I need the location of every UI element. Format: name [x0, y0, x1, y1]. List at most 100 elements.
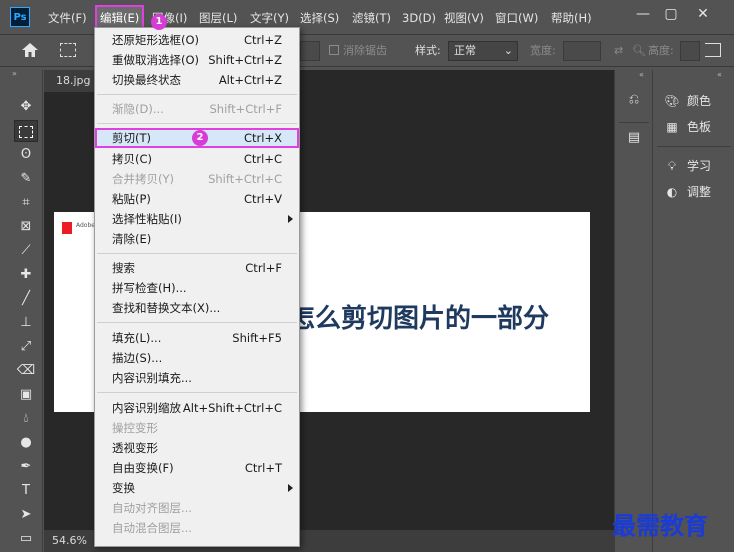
- eyedropper-tool-icon[interactable]: ⟋: [14, 240, 38, 262]
- menu-item-copy[interactable]: 拷贝(C) Ctrl+C: [95, 149, 299, 169]
- brush-tool-icon[interactable]: ╱: [14, 288, 38, 310]
- menu-item-label: 渐隐(D)...: [112, 102, 164, 116]
- menu-item-shortcut: Ctrl+Z: [244, 33, 282, 47]
- menu-edit[interactable]: 编辑(E): [95, 5, 145, 29]
- blur-tool-icon[interactable]: 💧︎: [14, 408, 38, 430]
- menu-item-puppet-warp: 操控变形: [95, 418, 299, 438]
- lasso-tool-icon[interactable]: ʘ: [14, 144, 38, 166]
- menu-separator: [97, 94, 297, 95]
- canvas-title-text: 怎么剪切图片的一部分: [289, 304, 550, 334]
- tools-panel: » ✥ ʘ ✎ ⌗ ⊠ ⟋ ✚ ╱ ⊥ ⤢ ⌫ ▣ 💧︎ ● ✒ T ➤ ▭: [10, 70, 43, 552]
- menu-item-label: 自由变换(F): [112, 461, 174, 475]
- menu-separator: [97, 392, 297, 393]
- swap-icon[interactable]: ⇄: [614, 43, 623, 59]
- edit-menu-dropdown: 还原矩形选框(O) Ctrl+Z 重做取消选择(O) Shift+Ctrl+Z 切换…: [94, 27, 300, 547]
- step-badge-2: 2: [192, 130, 208, 146]
- collapse-panel-icon[interactable]: «: [717, 70, 722, 79]
- menu-item-perspective-warp[interactable]: 透视变形: [95, 438, 299, 458]
- menu-item-label: 填充(L)...: [112, 331, 162, 345]
- panel-learn[interactable]: 💡︎ 学习: [663, 154, 711, 178]
- menu-item-content-aware-scale[interactable]: 内容识别缩放 Alt+Shift+Ctrl+C: [95, 398, 299, 418]
- rectangle-tool-icon[interactable]: ▭: [14, 528, 38, 550]
- menu-item-spell-check[interactable]: 拼写检查(H)...: [95, 278, 299, 298]
- frame-tool-icon[interactable]: ⊠: [14, 216, 38, 238]
- menu-item-auto-align-layers: 自动对齐图层...: [95, 498, 299, 518]
- menu-item-clear[interactable]: 清除(E): [95, 229, 299, 249]
- properties-panel-icon[interactable]: ▤: [625, 130, 643, 148]
- dodge-tool-icon[interactable]: ●: [14, 432, 38, 454]
- style-label: 样式:: [415, 44, 441, 57]
- menu-item-redo[interactable]: 重做取消选择(O) Shift+Ctrl+Z: [95, 50, 299, 70]
- eraser-tool-icon[interactable]: ⌫: [14, 360, 38, 382]
- menu-item-free-transform[interactable]: 自由变换(F) Ctrl+T: [95, 458, 299, 478]
- panel-icon-strip: « ⎌ ▤: [614, 70, 653, 552]
- menu-item-paste[interactable]: 粘贴(P) Ctrl+V: [95, 189, 299, 209]
- menu-item-label: 拷贝(C): [112, 152, 153, 166]
- marquee-glyph: [19, 125, 33, 138]
- stamp-tool-icon[interactable]: ⊥: [14, 312, 38, 334]
- menu-item-label: 描边(S)...: [112, 351, 163, 365]
- submenu-arrow-icon: [288, 215, 293, 223]
- gradient-tool-icon[interactable]: ▣: [14, 384, 38, 406]
- home-icon[interactable]: [22, 43, 38, 57]
- history-panel-icon[interactable]: ⎌: [625, 92, 643, 110]
- menu-item-undo[interactable]: 还原矩形选框(O) Ctrl+Z: [95, 30, 299, 50]
- minimize-button[interactable]: —: [632, 5, 654, 23]
- menu-item-shortcut: Ctrl+F: [245, 261, 282, 275]
- type-tool-icon[interactable]: T: [14, 480, 38, 502]
- menu-item-label: 粘贴(P): [112, 192, 151, 206]
- crop-tool-icon[interactable]: ⌗: [14, 192, 38, 214]
- pen-tool-icon[interactable]: ✒: [14, 456, 38, 478]
- path-select-tool-icon[interactable]: ➤: [14, 504, 38, 526]
- height-label: 高度:: [648, 44, 674, 57]
- panel-adjustments[interactable]: ◐ 调整: [663, 180, 711, 204]
- menu-window[interactable]: 窗口(W): [495, 9, 538, 27]
- menu-item-search[interactable]: 搜索 Ctrl+F: [95, 258, 299, 278]
- restore-button[interactable]: ▢: [660, 5, 682, 23]
- quick-select-tool-icon[interactable]: ✎: [14, 168, 38, 190]
- menu-item-transform[interactable]: 变换: [95, 478, 299, 498]
- menu-file[interactable]: 文件(F): [48, 9, 87, 27]
- marquee-tool-icon[interactable]: [14, 120, 38, 142]
- menu-item-content-aware-fill[interactable]: 内容识别填充...: [95, 368, 299, 388]
- panel-color-label: 颜色: [687, 94, 712, 108]
- menu-item-label: 拼写检查(H)...: [112, 281, 187, 295]
- menu-layer[interactable]: 图层(L): [199, 9, 237, 27]
- menu-item-paste-special[interactable]: 选择性粘贴(I): [95, 209, 299, 229]
- panel-swatches-label: 色板: [687, 120, 712, 134]
- menu-select[interactable]: 选择(S): [300, 9, 339, 27]
- feather-input[interactable]: [300, 41, 320, 61]
- menu-item-toggle-last-state[interactable]: 切换最终状态 Alt+Ctrl+Z: [95, 70, 299, 90]
- submenu-arrow-icon: [288, 484, 293, 492]
- collapse-strip-icon[interactable]: «: [639, 70, 644, 79]
- panel-color[interactable]: 🎨︎ 颜色: [663, 89, 711, 113]
- move-tool-icon[interactable]: ✥: [14, 96, 38, 118]
- history-brush-tool-icon[interactable]: ⤢: [14, 336, 38, 358]
- adobe-logo-text: Adobe: [76, 222, 95, 229]
- menu-item-label: 透视变形: [112, 441, 158, 455]
- menu-item-find-replace[interactable]: 查找和替换文本(X)...: [95, 298, 299, 318]
- menu-item-fill[interactable]: 填充(L)... Shift+F5: [95, 328, 299, 348]
- style-select[interactable]: 正常 ⌄: [448, 41, 518, 61]
- menu-help[interactable]: 帮助(H): [551, 9, 592, 27]
- menu-item-shortcut: Shift+F5: [232, 331, 282, 345]
- menu-view[interactable]: 视图(V): [444, 9, 484, 27]
- panel-swatches[interactable]: ▦ 色板: [663, 115, 711, 139]
- menu-3d[interactable]: 3D(D): [402, 9, 436, 27]
- height-input[interactable]: [680, 41, 700, 61]
- antialias-checkbox[interactable]: [329, 45, 339, 55]
- menu-item-stroke[interactable]: 描边(S)...: [95, 348, 299, 368]
- panel-divider: [657, 146, 731, 147]
- menu-filter[interactable]: 滤镜(T): [352, 9, 391, 27]
- menu-item-label: 剪切(T): [112, 131, 151, 145]
- width-input[interactable]: [563, 41, 601, 61]
- close-button[interactable]: ✕: [692, 5, 714, 23]
- search-icon[interactable]: 🔍︎: [632, 43, 646, 59]
- healing-brush-tool-icon[interactable]: ✚: [14, 264, 38, 286]
- menu-item-label: 变换: [112, 481, 135, 495]
- workspace-icon[interactable]: [705, 43, 721, 57]
- menu-item-label: 还原矩形选框(O): [112, 33, 200, 47]
- marquee-preset-icon[interactable]: [60, 43, 76, 57]
- collapse-toolbar-icon[interactable]: »: [10, 70, 44, 78]
- menu-type[interactable]: 文字(Y): [250, 9, 289, 27]
